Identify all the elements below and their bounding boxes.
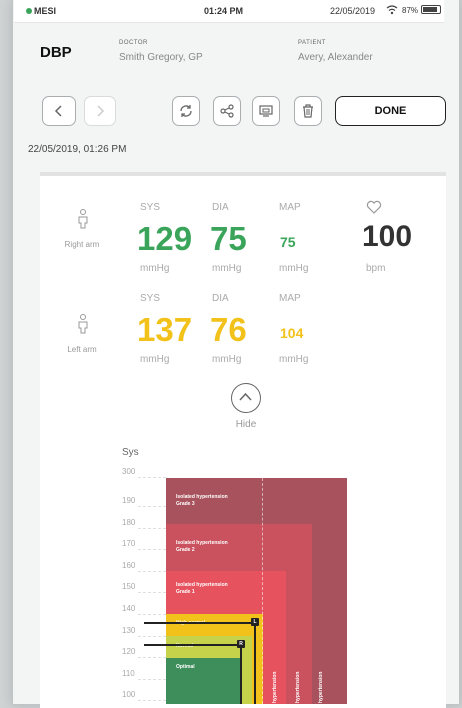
left-arm-sys-line	[144, 622, 255, 624]
wifi-icon	[386, 5, 398, 15]
patient-label: PATIENT	[298, 40, 326, 46]
printer-icon	[259, 105, 273, 117]
right-map-value: 75	[280, 234, 296, 250]
gridline	[138, 592, 166, 593]
sys-unit: mmHg	[140, 263, 170, 274]
zone-label: hypertension	[272, 671, 278, 703]
dia-unit: mmHg	[212, 263, 242, 274]
delete-button[interactable]	[294, 96, 322, 126]
page-title: DBP	[40, 44, 72, 61]
battery-percent: 87%	[402, 6, 419, 15]
sync-icon	[180, 105, 192, 117]
tick-label: 190	[122, 496, 136, 505]
status-date: 22/05/2019	[330, 6, 376, 16]
print-button[interactable]	[252, 96, 280, 126]
sys-unit: mmHg	[140, 354, 170, 365]
dia-unit: mmHg	[212, 354, 242, 365]
header: DBP DOCTOR Smith Gregory, GP PATIENT Ave…	[26, 30, 446, 74]
right-arm-dia-line	[240, 644, 242, 704]
pulse-value: 100	[362, 220, 413, 253]
tick-label: 130	[122, 626, 136, 635]
gridline	[138, 477, 166, 478]
zone-label: hypertension	[318, 671, 324, 703]
map-label: MAP	[279, 202, 301, 213]
right-sys-value: 129	[137, 220, 193, 257]
zone-label: hypertension	[295, 671, 301, 703]
status-bar: MESI 01:24 PM 22/05/2019 87%	[14, 0, 444, 23]
chevron-up-icon	[239, 392, 252, 401]
tick-label: 300	[122, 467, 136, 476]
doctor-label: DOCTOR	[119, 40, 148, 46]
map-unit: mmHg	[279, 354, 309, 365]
tick-label: 100	[122, 690, 136, 699]
gridline	[138, 700, 166, 701]
gridline	[138, 657, 166, 658]
hide-label: Hide	[235, 419, 257, 430]
chevron-left-icon	[54, 105, 62, 117]
heart-icon	[366, 200, 382, 214]
trash-icon	[303, 104, 313, 118]
left-dia-value: 76	[210, 311, 247, 348]
chevron-right-icon	[97, 105, 105, 117]
share-icon	[220, 104, 234, 118]
sys-label: SYS	[140, 202, 161, 213]
zone-label: Optimal	[176, 664, 195, 670]
gridline	[138, 679, 166, 680]
share-button[interactable]	[213, 96, 241, 126]
tick-label: 150	[122, 582, 136, 591]
gridline	[138, 506, 166, 507]
dia-label: DIA	[212, 293, 229, 304]
tick-label: 110	[122, 669, 135, 678]
chart-axis-label: Sys	[122, 447, 139, 458]
next-button[interactable]	[84, 96, 116, 126]
doctor-name: Smith Gregory, GP	[119, 52, 203, 63]
previous-button[interactable]	[42, 96, 76, 126]
map-unit: mmHg	[279, 263, 309, 274]
gridline	[138, 571, 166, 572]
done-button[interactable]: DONE	[335, 96, 446, 126]
tick-label: 120	[122, 647, 136, 656]
status-time: 01:24 PM	[204, 6, 244, 16]
right-arm-sys-line	[144, 644, 241, 646]
zone-label: Isolated hypertension Grade 1	[176, 582, 228, 595]
sys-label: SYS	[140, 293, 161, 304]
person-icon	[78, 314, 88, 334]
carrier: MESI	[26, 6, 56, 16]
tick-label: 140	[122, 604, 136, 613]
right-arm-marker: R	[237, 640, 245, 648]
left-arm-dia-line	[254, 622, 256, 704]
sync-button[interactable]	[172, 96, 200, 126]
right-dia-value: 75	[210, 220, 247, 257]
patient-name: Avery, Alexander	[298, 52, 373, 63]
tick-label: 180	[122, 518, 136, 527]
left-arm-label: Left arm	[67, 345, 97, 354]
pulse-unit: bpm	[366, 263, 386, 274]
gridline	[138, 636, 166, 637]
tick-label: 160	[122, 561, 136, 570]
left-map-value: 104	[280, 325, 304, 341]
left-arm-marker: L	[251, 618, 259, 626]
hide-button[interactable]	[231, 383, 261, 413]
measurement-timestamp: 22/05/2019, 01:26 PM	[28, 144, 127, 155]
left-sys-value: 137	[137, 311, 193, 348]
right-arm-label: Right arm	[64, 240, 100, 249]
gridline	[138, 549, 166, 550]
dashed-divider	[262, 478, 263, 704]
map-label: MAP	[279, 293, 301, 304]
person-icon	[78, 209, 88, 229]
dia-label: DIA	[212, 202, 229, 213]
gridline	[138, 528, 166, 529]
zone-label: Isolated hypertension Grade 2	[176, 540, 228, 553]
tick-label: 170	[122, 539, 136, 548]
zone-label: Isolated hypertension Grade 3	[176, 494, 228, 507]
battery-icon	[421, 5, 441, 14]
signal-icon	[26, 8, 32, 14]
gridline	[138, 614, 166, 615]
